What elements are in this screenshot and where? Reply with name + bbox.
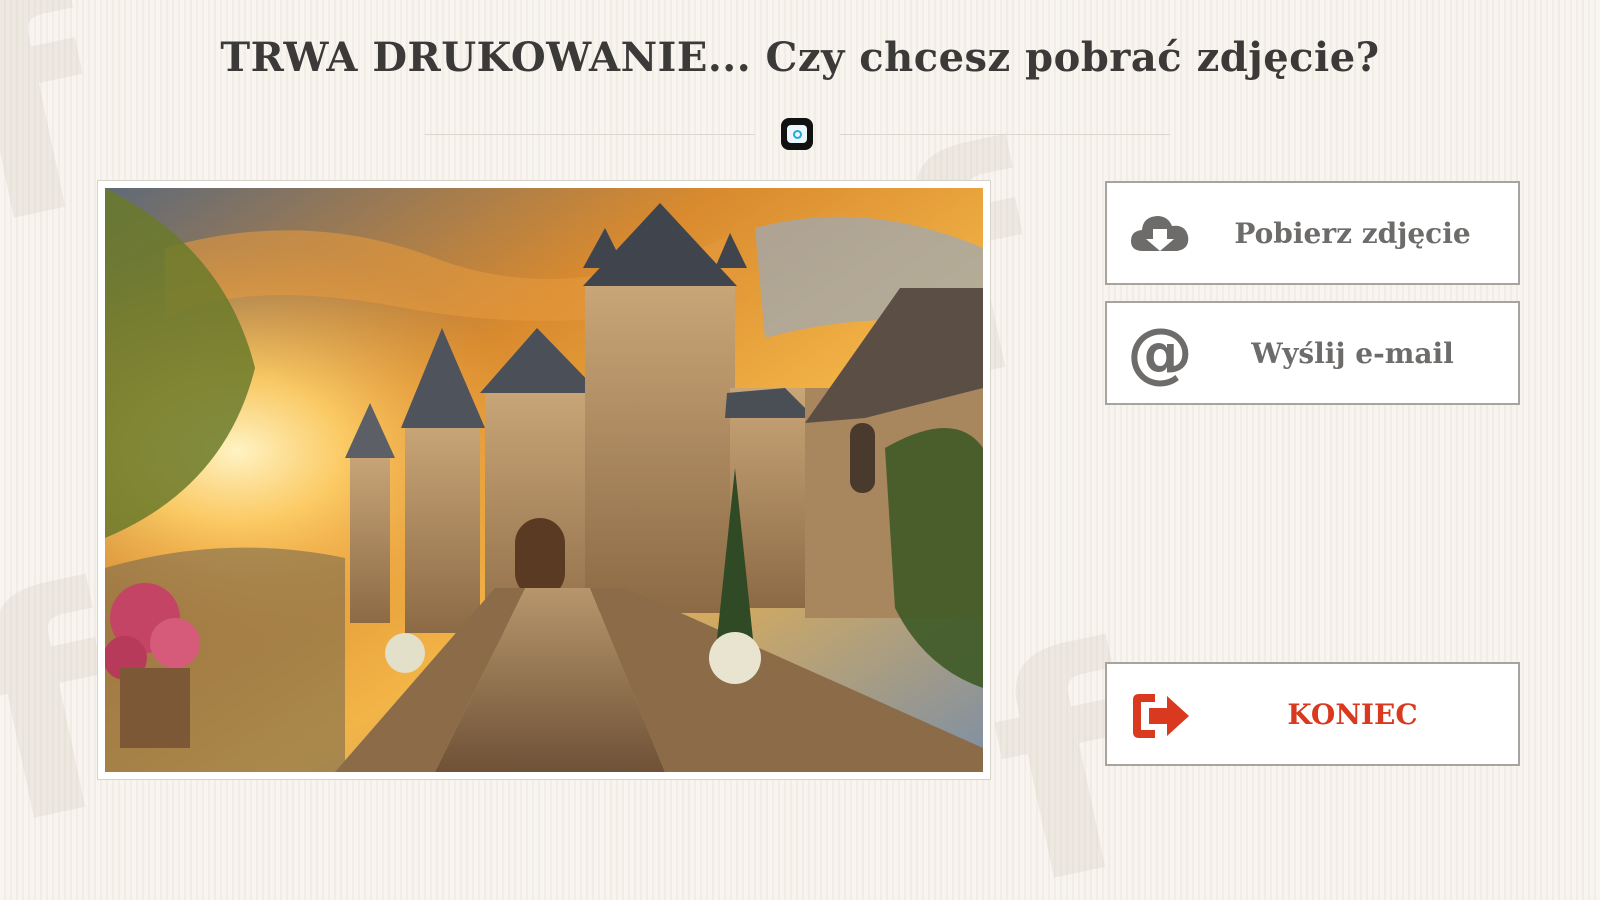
photo-preview <box>97 180 991 780</box>
divider-right <box>840 134 1170 135</box>
end-session-label: KONIEC <box>1287 697 1418 731</box>
download-photo-button[interactable]: Pobierz zdjęcie <box>1105 181 1520 285</box>
divider-left <box>425 134 755 135</box>
svg-text:@: @ <box>1127 323 1193 387</box>
castle-photo <box>105 188 983 772</box>
end-session-button[interactable]: KONIEC <box>1105 662 1520 766</box>
at-sign-icon: @ <box>1127 323 1193 387</box>
page-title: TRWA DRUKOWANIE... Czy chcesz pobrać zdj… <box>220 34 1380 81</box>
cloud-download-icon <box>1131 216 1189 251</box>
send-email-button[interactable]: @ Wyślij e-mail <box>1105 301 1520 405</box>
exit-arrow-icon <box>1133 694 1189 738</box>
camera-logo-icon <box>781 118 813 150</box>
send-email-label: Wyślij e-mail <box>1251 336 1454 370</box>
download-photo-label: Pobierz zdjęcie <box>1234 216 1471 250</box>
